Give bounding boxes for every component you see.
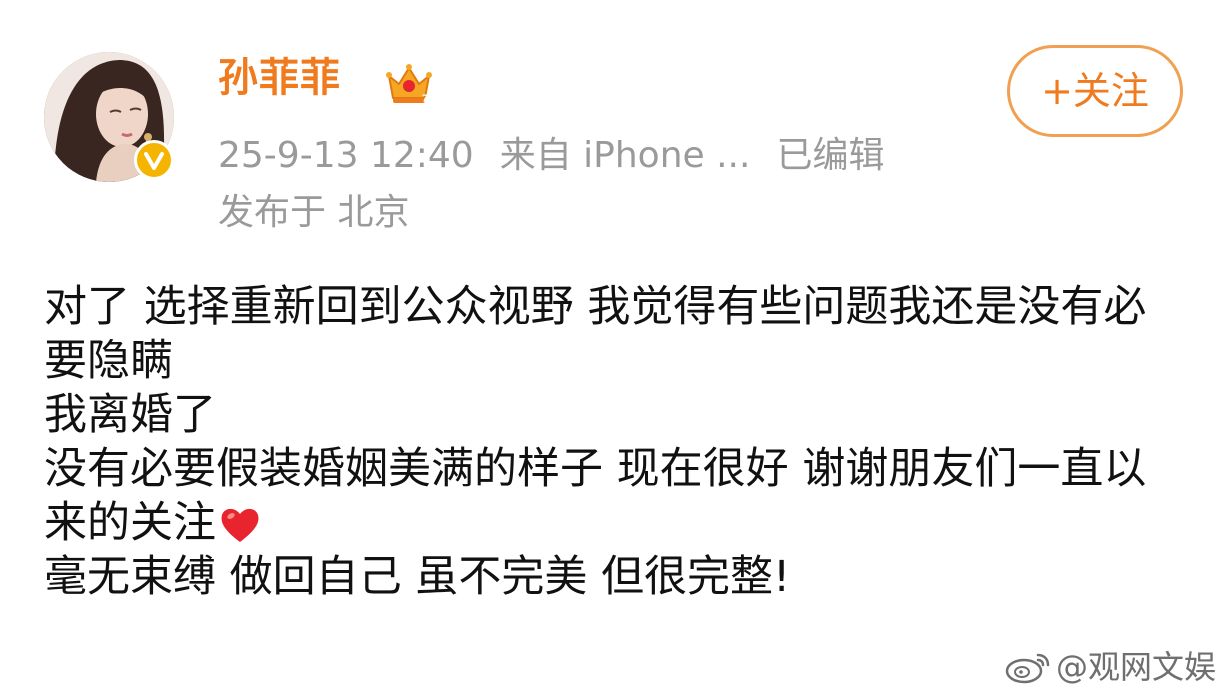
- weibo-post: 孙菲菲 7 25-9-13 12:40 来自 iPhone ... 已编辑 发布于 …: [0, 0, 1228, 697]
- post-location: 发布于 北京: [218, 192, 410, 233]
- post-line-2: 我离婚了: [44, 390, 216, 440]
- svg-text:7: 7: [422, 93, 428, 105]
- watermark: @观网文娱: [1004, 649, 1216, 685]
- crown-icon[interactable]: 7: [385, 62, 433, 106]
- post-line-1: 对了 选择重新回到公众视野 我觉得有些问题我还是没有必要隐瞒: [44, 282, 1147, 386]
- post-body: 对了 选择重新回到公众视野 我觉得有些问题我还是没有必要隐瞒 我离婚了 没有必要…: [44, 280, 1184, 604]
- post-line-3: 没有必要假装婚姻美满的样子 现在很好 谢谢朋友们一直以来的关注: [44, 442, 1184, 550]
- follow-button[interactable]: +关注: [1007, 45, 1183, 137]
- watermark-text: @观网文娱: [1055, 648, 1216, 686]
- post-line-4: 毫无束缚 做回自己 虽不完美 但很完整!: [44, 552, 791, 602]
- verified-badge-icon: [134, 140, 174, 180]
- weibo-icon: [1004, 649, 1052, 685]
- avatar-container[interactable]: [44, 52, 174, 182]
- post-line-3-text: 没有必要假装婚姻美满的样子 现在很好 谢谢朋友们一直以来的关注: [44, 444, 1147, 548]
- heart-emoji-icon: [218, 504, 262, 544]
- edited-label[interactable]: 已编辑: [776, 135, 884, 176]
- user-name[interactable]: 孙菲菲: [218, 58, 341, 98]
- post-meta: 25-9-13 12:40 来自 iPhone ... 已编辑: [218, 138, 910, 174]
- post-source[interactable]: 来自 iPhone ...: [500, 135, 751, 176]
- post-timestamp: 25-9-13 12:40: [218, 135, 474, 176]
